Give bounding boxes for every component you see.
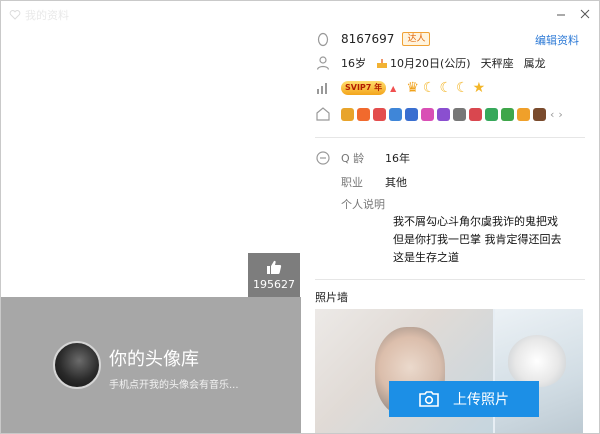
moon-icon: ☾ xyxy=(456,80,469,96)
penguin-icon xyxy=(317,32,329,47)
signature-line: 我不屑勾心斗角尔虞我诈的鬼把戏 xyxy=(393,215,558,228)
window-title-bar: 我的资料 xyxy=(9,7,69,23)
photo-wall-title: 照片墙 xyxy=(315,291,348,304)
avatar-panel: 我的资料 195627 你的头像库 手机点开我的头像会有音乐... xyxy=(1,1,301,433)
service-icon[interactable] xyxy=(485,107,498,121)
house-icon xyxy=(316,107,330,121)
like-count: 195627 xyxy=(253,278,295,291)
service-icons[interactable] xyxy=(341,107,546,121)
like-button[interactable]: 195627 xyxy=(248,253,300,297)
chevron-left-icon[interactable]: ‹ xyxy=(550,108,554,121)
service-icon[interactable] xyxy=(437,107,450,121)
profile-panel: 8167697 达人 编辑资料 16岁 10月20日(公历) 天秤座 属龙 SV… xyxy=(301,1,599,433)
upload-photo-button[interactable]: 上传照片 xyxy=(389,381,539,417)
service-icon[interactable] xyxy=(389,107,402,121)
service-icon[interactable] xyxy=(469,107,482,121)
repo-title: 你的头像库 xyxy=(109,349,199,370)
crown-icon: ♛ xyxy=(406,80,419,96)
service-icon[interactable] xyxy=(453,107,466,121)
window-title: 我的资料 xyxy=(25,9,69,22)
close-icon[interactable] xyxy=(579,8,591,20)
edit-profile-link[interactable]: 编辑资料 xyxy=(535,32,579,48)
svip-badge[interactable]: SVIP7 年 xyxy=(341,81,387,95)
q-age-value: 16年 xyxy=(385,152,410,165)
expert-badge[interactable]: 达人 xyxy=(402,32,431,46)
avatar[interactable] xyxy=(53,341,101,389)
cake-icon xyxy=(377,59,387,68)
job-label: 职业 xyxy=(341,176,363,189)
qq-number: 8167697 xyxy=(341,32,395,46)
person-icon xyxy=(316,56,330,70)
photo-wall[interactable]: 上传照片 xyxy=(315,309,583,433)
signature-line: 这是生存之道 xyxy=(393,251,459,264)
camera-icon xyxy=(419,391,439,407)
heart-icon xyxy=(9,10,21,20)
job-row: 职业 其他 xyxy=(341,173,407,191)
level-chart-icon xyxy=(317,83,327,94)
profile-window: 我的资料 195627 你的头像库 手机点开我的头像会有音乐... 816769… xyxy=(0,0,600,434)
bio-row: 个人说明 xyxy=(341,195,385,213)
clock-icon xyxy=(316,151,330,165)
services-row: ‹ › xyxy=(315,105,563,123)
moon-icon: ☾ xyxy=(439,80,452,96)
service-icon[interactable] xyxy=(357,107,370,121)
service-icon[interactable] xyxy=(405,107,418,121)
zodiac: 天秤座 xyxy=(480,57,514,70)
service-icon[interactable] xyxy=(373,107,386,121)
bio-label: 个人说明 xyxy=(341,198,385,211)
repo-subtitle: 手机点开我的头像会有音乐... xyxy=(109,380,239,391)
q-age-row: Q 龄 16年 xyxy=(315,149,410,167)
minimize-icon[interactable] xyxy=(555,8,567,20)
level-row: SVIP7 年 ▲ ♛ ☾ ☾ ☾ ★ xyxy=(315,79,485,97)
star-icon: ★ xyxy=(472,80,486,96)
service-icon[interactable] xyxy=(501,107,514,121)
level-icons[interactable]: ♛ ☾ ☾ ☾ ★ xyxy=(406,80,485,96)
photo-cat xyxy=(508,335,566,387)
thumb-up-icon xyxy=(267,260,282,274)
service-icon[interactable] xyxy=(533,107,546,121)
qq-number-row: 8167697 达人 xyxy=(315,30,431,48)
moon-icon: ☾ xyxy=(422,80,436,96)
upload-photo-label: 上传照片 xyxy=(453,392,509,408)
age: 16岁 xyxy=(341,57,366,70)
q-age-label: Q 龄 xyxy=(341,152,365,165)
service-icon[interactable] xyxy=(517,107,530,121)
divider xyxy=(315,279,585,280)
divider xyxy=(315,137,585,138)
service-icon[interactable] xyxy=(341,107,354,121)
service-icon[interactable] xyxy=(421,107,434,121)
chevron-right-icon[interactable]: › xyxy=(558,108,562,121)
birthday: 10月20日(公历) xyxy=(390,57,471,70)
signature-line: 但是你打我一巴掌 我肯定得还回去 xyxy=(393,233,562,246)
basic-info-row: 16岁 10月20日(公历) 天秤座 属龙 xyxy=(315,54,556,72)
level-up-icon: ▲ xyxy=(390,83,397,93)
chinese-zodiac: 属龙 xyxy=(523,57,546,70)
job-value: 其他 xyxy=(385,176,407,189)
